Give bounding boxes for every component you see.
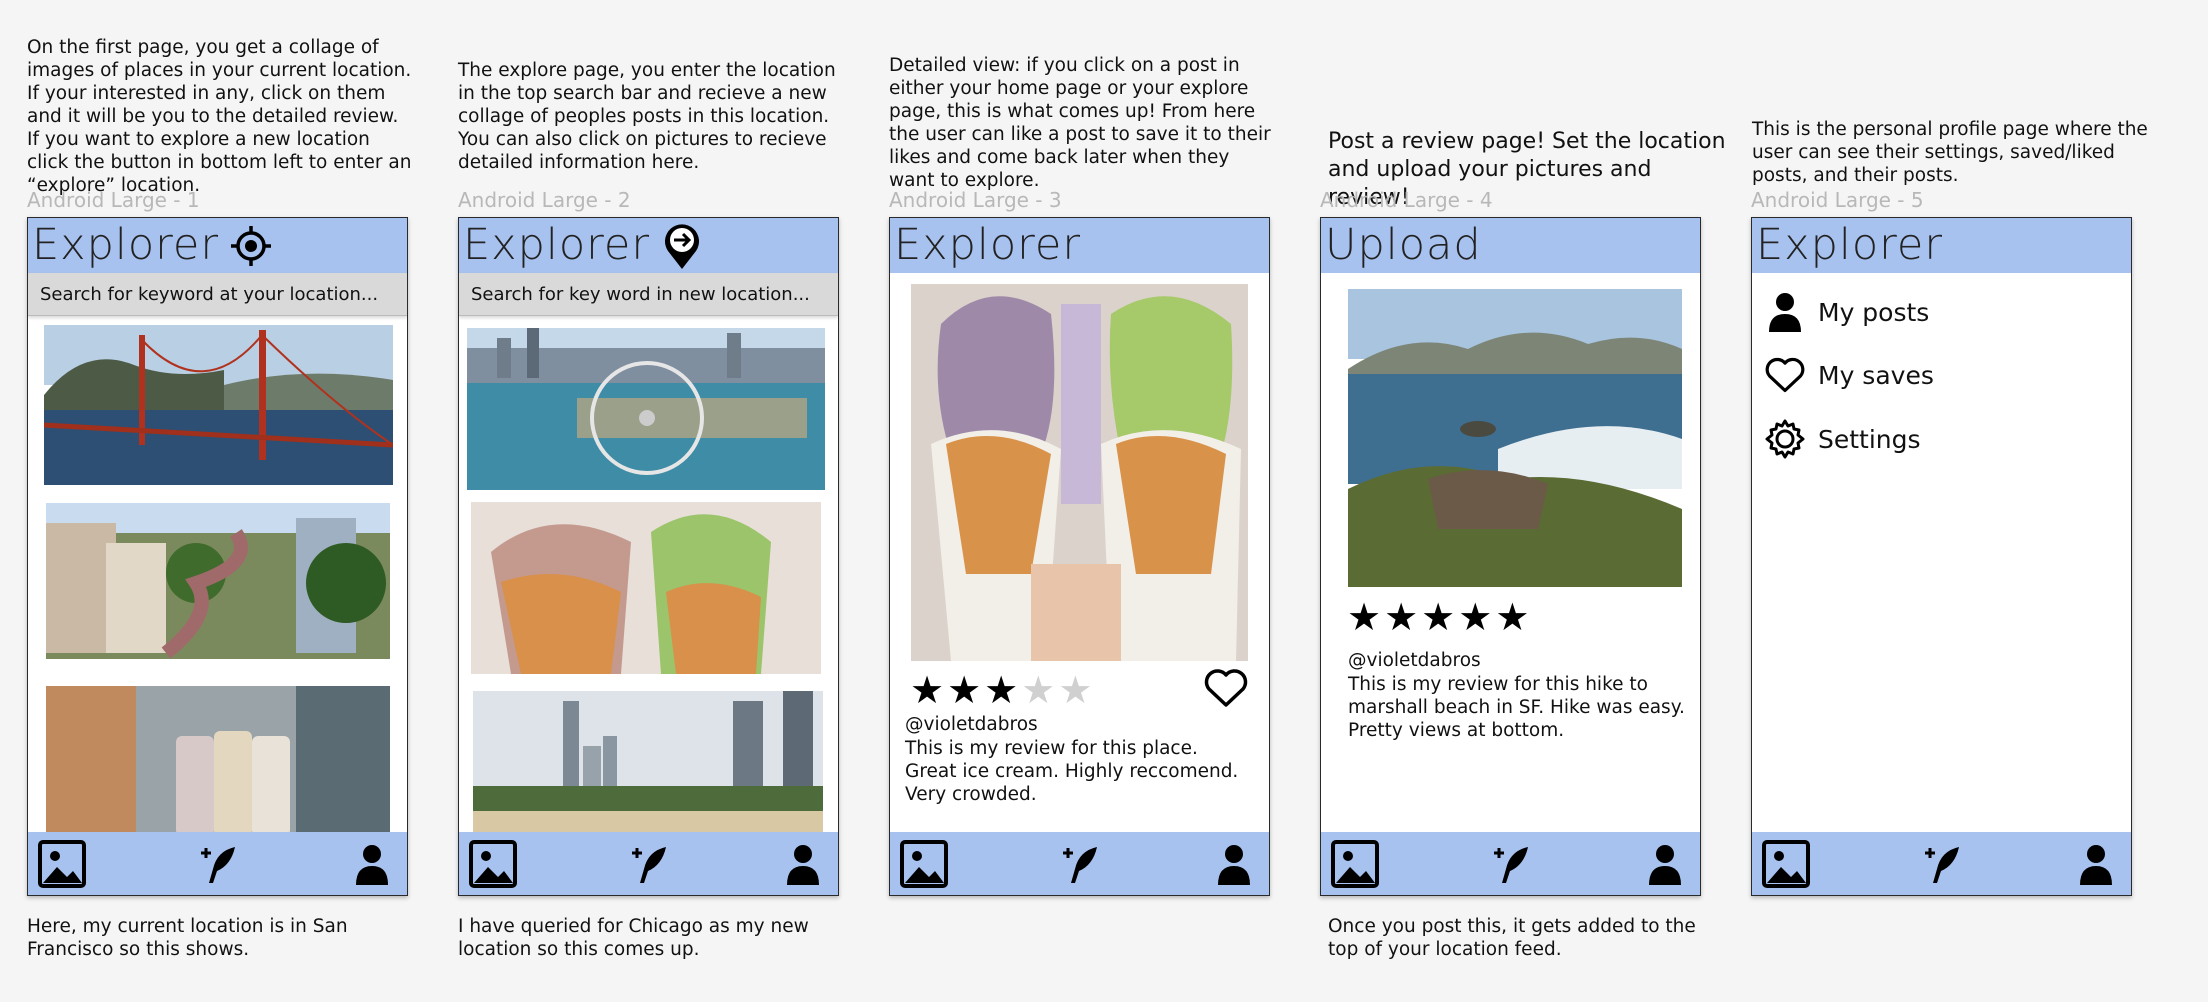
star-icon[interactable]: ★ — [1458, 598, 1492, 636]
photo-chicago-beach[interactable] — [473, 691, 823, 835]
app-header: Upload — [1321, 218, 1700, 273]
review-text: This is my review for this place. Great … — [905, 738, 1239, 805]
frame-label-1: Android Large - 1 — [27, 188, 200, 212]
photo-ice-cream-detail[interactable] — [911, 284, 1248, 661]
menu-item-label: My saves — [1818, 360, 1934, 390]
star-icon[interactable]: ★ — [910, 671, 944, 709]
photo-navy-pier[interactable] — [467, 328, 825, 490]
app-header: Explorer — [1752, 218, 2131, 273]
note-frame1-top: On the first page, you get a collage of … — [27, 37, 412, 196]
heart-icon[interactable] — [1203, 667, 1249, 709]
add-post-feather-icon[interactable] — [621, 838, 673, 890]
app-title: Explorer — [32, 220, 220, 270]
person-icon — [1764, 291, 1806, 333]
profile-icon[interactable] — [346, 838, 398, 890]
star-rating[interactable]: ★ ★ ★ ★ ★ — [1347, 598, 1529, 636]
star-icon[interactable]: ★ — [1384, 598, 1418, 636]
menu-item-my-saves[interactable]: My saves — [1764, 350, 1934, 400]
android-frame-4: Upload ★ ★ ★ ★ ★ @violetdabros This is m… — [1320, 217, 1701, 896]
android-frame-3: Explorer ★ ★ ★ ★ ★ @violetdabros This is… — [889, 217, 1270, 896]
frame-label-2: Android Large - 2 — [458, 188, 631, 212]
menu-item-my-posts[interactable]: My posts — [1764, 287, 1929, 337]
search-bar[interactable] — [28, 273, 407, 316]
note-frame4-bottom: Once you post this, it gets added to the… — [1328, 916, 1696, 960]
frame-label-4: Android Large - 4 — [1320, 188, 1493, 212]
app-title: Explorer — [463, 220, 651, 270]
bottom-nav — [28, 832, 407, 895]
star-icon[interactable]: ★ — [1058, 671, 1092, 709]
app-header: Explorer — [890, 218, 1269, 273]
bottom-nav — [459, 832, 838, 895]
search-input[interactable] — [40, 283, 395, 305]
image-gallery-icon[interactable] — [36, 838, 88, 890]
note-frame2-bottom: I have queried for Chicago as my new loc… — [458, 916, 809, 960]
photo-ice-cream[interactable] — [471, 502, 821, 674]
location-arrow-pin-icon[interactable] — [660, 223, 704, 269]
note-frame5-top: This is the personal profile page where … — [1752, 119, 2148, 186]
photo-golden-gate[interactable] — [44, 325, 393, 485]
review-text: This is my review for this hike to marsh… — [1348, 674, 1685, 741]
star-icon[interactable]: ★ — [1021, 671, 1055, 709]
star-icon[interactable]: ★ — [947, 671, 981, 709]
add-post-feather-icon[interactable] — [190, 838, 242, 890]
photo-marshall-beach[interactable] — [1348, 289, 1682, 587]
post-author-handle[interactable]: @violetdabros — [1348, 650, 1481, 671]
image-gallery-icon[interactable] — [467, 838, 519, 890]
menu-item-label: Settings — [1818, 424, 1921, 454]
heart-icon — [1764, 354, 1806, 396]
post-author-handle[interactable]: @violetdabros — [905, 714, 1038, 735]
profile-icon[interactable] — [1208, 838, 1260, 890]
image-gallery-icon[interactable] — [1760, 838, 1812, 890]
menu-item-settings[interactable]: Settings — [1764, 414, 1921, 464]
crosshair-icon[interactable] — [229, 224, 273, 268]
photo-lombard-street[interactable] — [46, 503, 390, 659]
android-frame-2: Explorer — [458, 217, 839, 896]
add-post-feather-icon[interactable] — [1914, 838, 1966, 890]
app-title: Explorer — [1756, 220, 1944, 270]
menu-item-label: My posts — [1818, 297, 1930, 327]
bottom-nav — [890, 832, 1269, 895]
android-frame-1: Explorer — [27, 217, 408, 896]
note-frame3-top: Detailed view: if you click on a post in… — [889, 55, 1271, 191]
bottom-nav — [1752, 832, 2131, 895]
note-frame2-top: The explore page, you enter the location… — [458, 60, 836, 173]
star-icon[interactable]: ★ — [1347, 598, 1381, 636]
search-input[interactable] — [471, 283, 826, 305]
profile-icon[interactable] — [2070, 838, 2122, 890]
frame-label-5: Android Large - 5 — [1751, 188, 1924, 212]
app-header: Explorer — [28, 218, 407, 273]
photo-boba-drinks[interactable] — [46, 686, 390, 836]
profile-icon[interactable] — [777, 838, 829, 890]
gear-icon — [1764, 418, 1806, 460]
app-title: Explorer — [894, 220, 1082, 270]
bottom-nav — [1321, 832, 1700, 895]
add-post-feather-icon[interactable] — [1052, 838, 1104, 890]
star-icon[interactable]: ★ — [1421, 598, 1455, 636]
image-gallery-icon[interactable] — [1329, 838, 1381, 890]
profile-icon[interactable] — [1639, 838, 1691, 890]
app-header: Explorer — [459, 218, 838, 273]
star-icon[interactable]: ★ — [1495, 598, 1529, 636]
frame-label-3: Android Large - 3 — [889, 188, 1062, 212]
android-frame-5: Explorer My posts My saves Settings — [1751, 217, 2132, 896]
add-post-feather-icon[interactable] — [1483, 838, 1535, 890]
app-title: Upload — [1325, 220, 1482, 270]
star-icon[interactable]: ★ — [984, 671, 1018, 709]
note-frame1-bottom: Here, my current location is in San Fran… — [27, 916, 348, 960]
image-gallery-icon[interactable] — [898, 838, 950, 890]
star-rating[interactable]: ★ ★ ★ ★ ★ — [910, 671, 1092, 709]
search-bar[interactable] — [459, 273, 838, 316]
